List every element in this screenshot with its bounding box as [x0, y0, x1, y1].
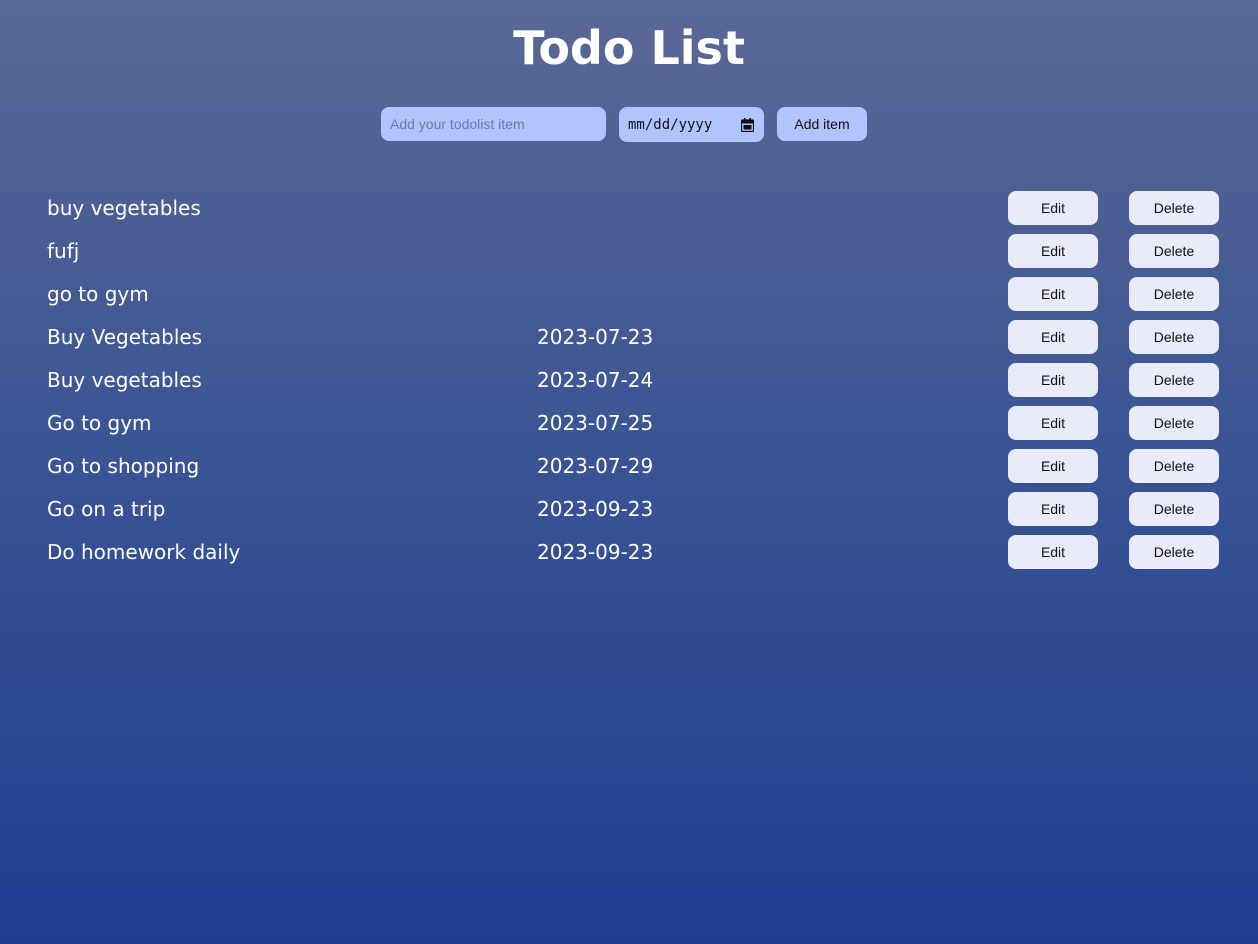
page-title: Todo List [513, 21, 745, 75]
todo-row: Buy Vegetables 2023-07-23 Edit Delete [0, 320, 1258, 363]
todo-date: 2023-07-23 [537, 325, 654, 349]
todo-text: Go to gym [47, 411, 152, 435]
add-item-button[interactable]: Add item [777, 107, 867, 141]
todo-date: 2023-09-23 [537, 540, 654, 564]
todo-text: Do homework daily [47, 540, 241, 564]
delete-button[interactable]: Delete [1129, 277, 1219, 311]
calendar-icon[interactable] [740, 117, 755, 132]
edit-button[interactable]: Edit [1008, 406, 1098, 440]
edit-button[interactable]: Edit [1008, 277, 1098, 311]
todo-text: go to gym [47, 282, 149, 306]
todo-row: buy vegetables Edit Delete [0, 191, 1258, 234]
todo-text: Go to shopping [47, 454, 200, 478]
delete-button[interactable]: Delete [1129, 449, 1219, 483]
todo-row: go to gym Edit Delete [0, 277, 1258, 320]
delete-button[interactable]: Delete [1129, 234, 1219, 268]
todo-text: Buy Vegetables [47, 325, 203, 349]
todo-text: fufj [47, 239, 80, 263]
todo-text: Go on a trip [47, 497, 166, 521]
edit-button[interactable]: Edit [1008, 363, 1098, 397]
todo-row: Do homework daily 2023-09-23 Edit Delete [0, 535, 1258, 578]
add-todo-form: mm/dd/yyyy Add item [0, 107, 1258, 142]
date-input-placeholder: mm/dd/yyyy [628, 116, 713, 133]
todo-list: buy vegetables Edit Delete fufj Edit Delete go… [0, 191, 1258, 578]
todo-text-input[interactable] [381, 107, 606, 141]
edit-button[interactable]: Edit [1008, 234, 1098, 268]
todo-row: Go on a trip 2023-09-23 Edit Delete [0, 492, 1258, 535]
delete-button[interactable]: Delete [1129, 191, 1219, 225]
todo-date: 2023-07-24 [537, 368, 654, 392]
edit-button[interactable]: Edit [1008, 449, 1098, 483]
todo-date: 2023-09-23 [537, 497, 654, 521]
todo-row: Buy vegetables 2023-07-24 Edit Delete [0, 363, 1258, 406]
edit-button[interactable]: Edit [1008, 492, 1098, 526]
delete-button[interactable]: Delete [1129, 363, 1219, 397]
todo-row: Go to gym 2023-07-25 Edit Delete [0, 406, 1258, 449]
date-input[interactable]: mm/dd/yyyy [619, 107, 764, 142]
todo-date: 2023-07-25 [537, 411, 654, 435]
todo-date: 2023-07-29 [537, 454, 654, 478]
delete-button[interactable]: Delete [1129, 406, 1219, 440]
delete-button[interactable]: Delete [1129, 492, 1219, 526]
edit-button[interactable]: Edit [1008, 320, 1098, 354]
todo-row: fufj Edit Delete [0, 234, 1258, 277]
todo-text: Buy vegetables [47, 368, 202, 392]
edit-button[interactable]: Edit [1008, 535, 1098, 569]
delete-button[interactable]: Delete [1129, 535, 1219, 569]
edit-button[interactable]: Edit [1008, 191, 1098, 225]
todo-text: buy vegetables [47, 196, 201, 220]
delete-button[interactable]: Delete [1129, 320, 1219, 354]
todo-row: Go to shopping 2023-07-29 Edit Delete [0, 449, 1258, 492]
